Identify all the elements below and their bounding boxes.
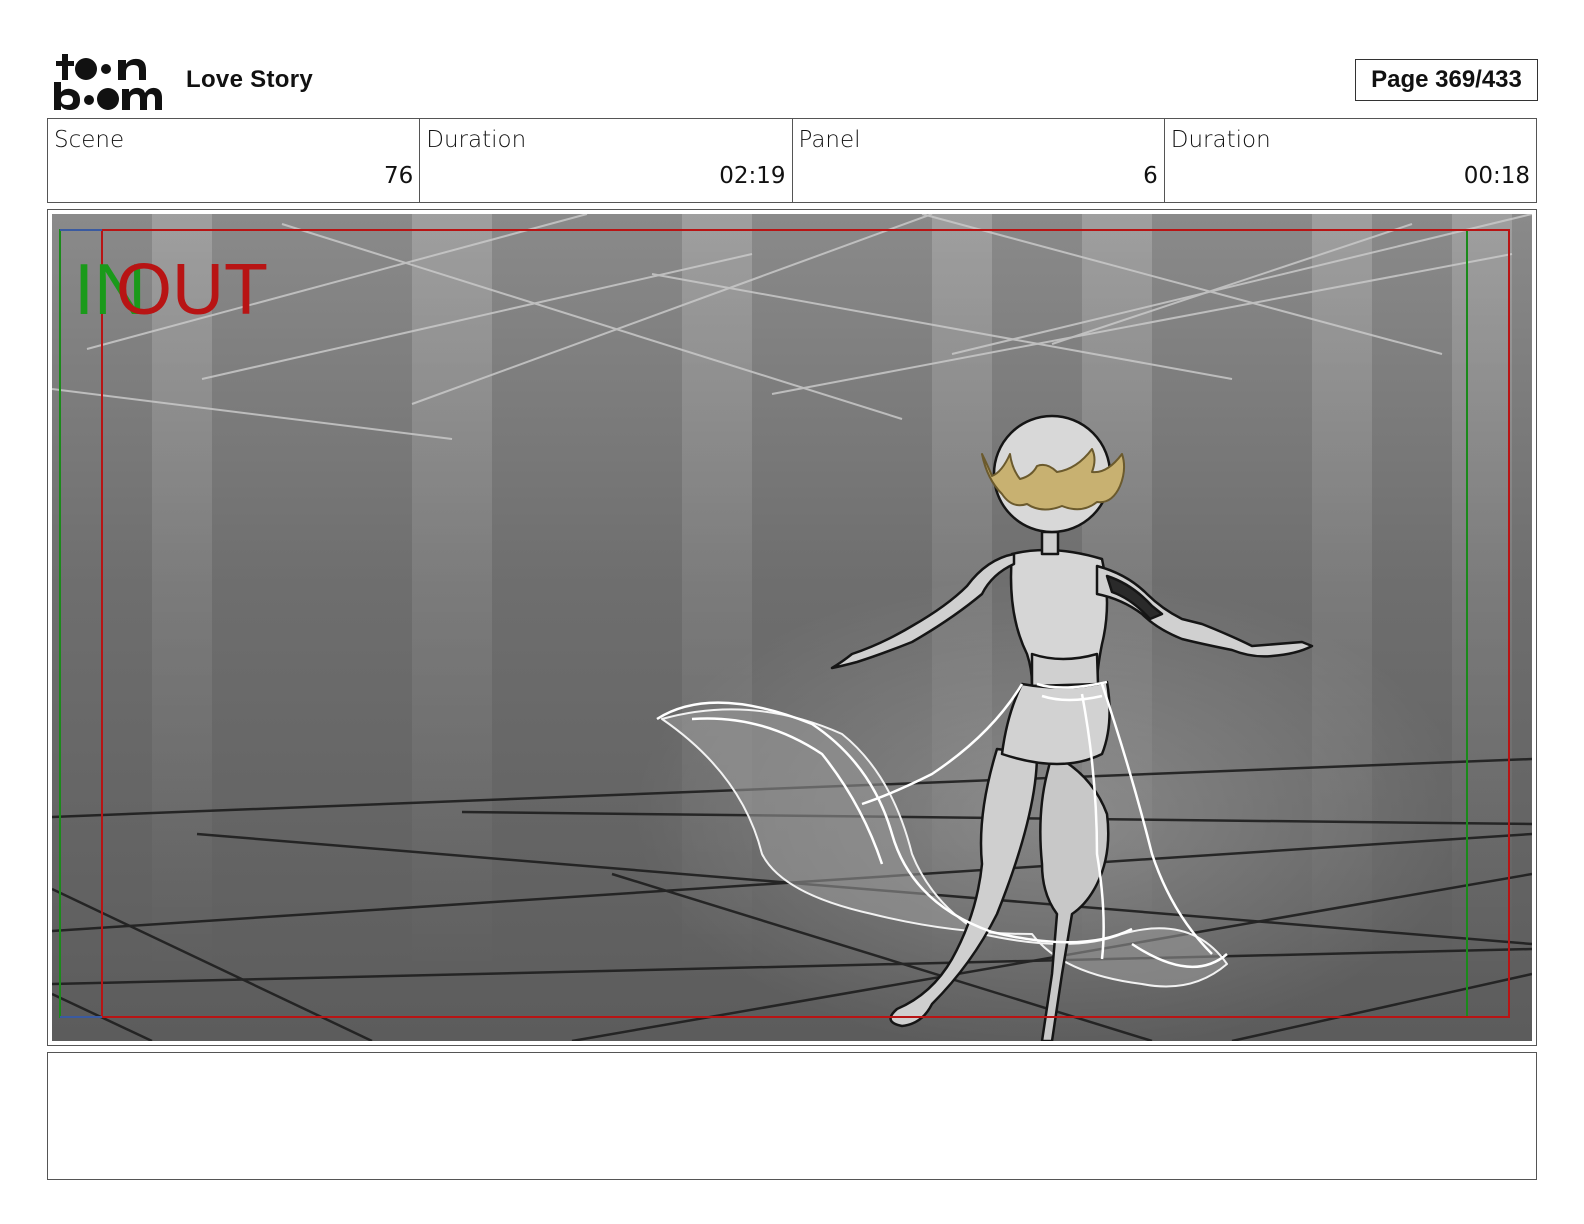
- panel-duration-cell: Duration 00:18: [1165, 119, 1536, 202]
- scene-value: 76: [383, 163, 414, 189]
- panel-cell: Panel 6: [793, 119, 1165, 202]
- storyboard-panel: IN OUT: [47, 209, 1537, 1046]
- scene-duration-cell: Duration 02:19: [420, 119, 793, 202]
- panel-label: Panel: [798, 127, 861, 153]
- panel-duration-value: 00:18: [1463, 163, 1530, 189]
- panel-info-table: Scene 76 Duration 02:19 Panel 6 Duration…: [47, 118, 1537, 203]
- panel-drawing: IN OUT: [52, 214, 1532, 1041]
- scene-duration-label: Duration: [426, 127, 527, 153]
- toonboom-logo: [52, 52, 164, 112]
- scene-duration-value: 02:19: [719, 163, 786, 189]
- scene-label: Scene: [54, 127, 125, 153]
- project-title: Love Story: [186, 66, 314, 93]
- panel-duration-label: Duration: [1170, 127, 1271, 153]
- panel-notes-box[interactable]: [47, 1052, 1537, 1180]
- panel-value: 6: [1143, 163, 1158, 189]
- scene-cell: Scene 76: [48, 119, 421, 202]
- page-number: Page 369/433: [1355, 59, 1538, 101]
- out-marker: OUT: [116, 250, 268, 330]
